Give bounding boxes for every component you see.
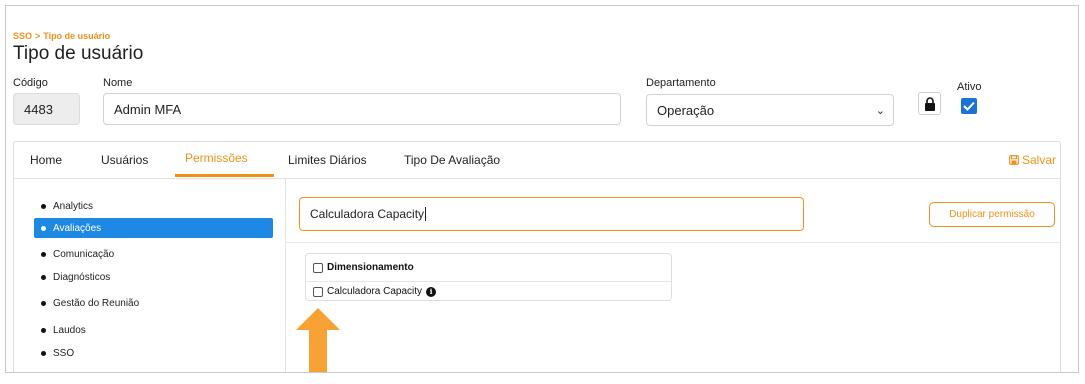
departamento-select[interactable]: Operação ⌄ [646,94,894,126]
codigo-value: 4483 [24,101,53,117]
breadcrumb-root[interactable]: SSO [13,31,32,41]
nome-value: Admin MFA [114,101,182,117]
group-checkbox[interactable] [313,262,323,273]
bullet-icon [41,225,46,231]
sidebar-item-diagnosticos[interactable]: Diagnósticos [34,267,110,287]
permission-search-input[interactable]: Calculadora Capacity [299,197,804,231]
sidebar-item-avaliacoes[interactable]: Avaliações [34,218,273,238]
search-value: Calculadora Capacity [310,207,425,221]
item-label: Calculadora Capacity [327,286,423,297]
save-button[interactable]: Salvar [1009,153,1056,167]
sidebar-item-laudos[interactable]: Laudos [34,320,86,340]
active-tab-indicator [175,174,274,177]
content-divider [286,242,1060,243]
sidebar-item-label: Comunicação [53,248,115,260]
bullet-icon [41,251,46,257]
info-icon[interactable]: i [426,286,437,297]
tab-usuarios[interactable]: Usuários [101,153,148,167]
bullet-icon [41,203,46,209]
permission-tree: Dimensionamento Calculadora Capacity i [305,253,672,301]
sidebar-item-analytics[interactable]: Analytics [34,196,93,216]
tab-home[interactable]: Home [30,153,62,167]
departamento-value: Operação [657,102,715,118]
bullet-icon [41,350,46,356]
sidebar-item-label: Gestão do Reunião [53,297,140,309]
check-icon [963,101,975,111]
save-label: Salvar [1021,153,1056,167]
codigo-label: Código [13,77,48,89]
nome-label: Nome [103,77,133,89]
codigo-field: 4483 [13,93,80,125]
group-label: Dimensionamento [327,262,414,273]
sidebar-item-label: SSO [53,347,75,359]
app-window: SSO > Tipo de usuário Tipo de usuário Códi… [5,5,1079,373]
nome-input[interactable]: Admin MFA [103,93,621,125]
sidebar-item-comunicacao[interactable]: Comunicação [34,244,114,264]
sidebar-divider [285,178,286,372]
sidebar-item-label: Diagnósticos [53,271,111,283]
save-icon [1009,155,1019,165]
page-title: Tipo de usuário [13,43,144,64]
sidebar-item-label: Laudos [53,324,86,336]
lock-button[interactable] [918,92,941,115]
bullet-icon [41,300,46,306]
sidebar-item-sso[interactable]: SSO [34,343,74,363]
departamento-label: Departamento [646,77,716,89]
ativo-label: Ativo [957,81,982,93]
permission-group[interactable]: Dimensionamento [313,262,414,273]
text-caret [425,207,427,221]
permission-item[interactable]: Calculadora Capacity i [313,286,437,297]
sidebar-item-label: Analytics [53,200,94,212]
duplicate-permission-button[interactable]: Duplicar permissão [929,202,1055,227]
breadcrumb-separator: > [35,31,41,41]
breadcrumb-current: Tipo de usuário [43,31,111,41]
bullet-icon [41,274,46,280]
arrow-up-icon [296,308,340,372]
lock-icon [924,96,935,111]
ativo-checkbox[interactable] [961,98,977,114]
item-checkbox[interactable] [313,286,323,297]
tab-bar: Home Usuários Permissões Limites Diários… [14,142,1060,179]
tab-limites-diarios[interactable]: Limites Diários [288,153,367,167]
row-divider [306,281,671,282]
tab-tipo-de-avaliacao[interactable]: Tipo De Avaliação [404,153,500,167]
tab-permissoes[interactable]: Permissões [185,151,248,165]
breadcrumb: SSO > Tipo de usuário [13,31,110,41]
sidebar-item-gestao-do-reuniao[interactable]: Gestão do Reunião [34,293,139,313]
chevron-down-icon: ⌄ [875,105,885,117]
sidebar-item-label: Avaliações [53,222,102,234]
bullet-icon [41,327,46,333]
permissions-panel: Home Usuários Permissões Limites Diários… [13,141,1061,372]
